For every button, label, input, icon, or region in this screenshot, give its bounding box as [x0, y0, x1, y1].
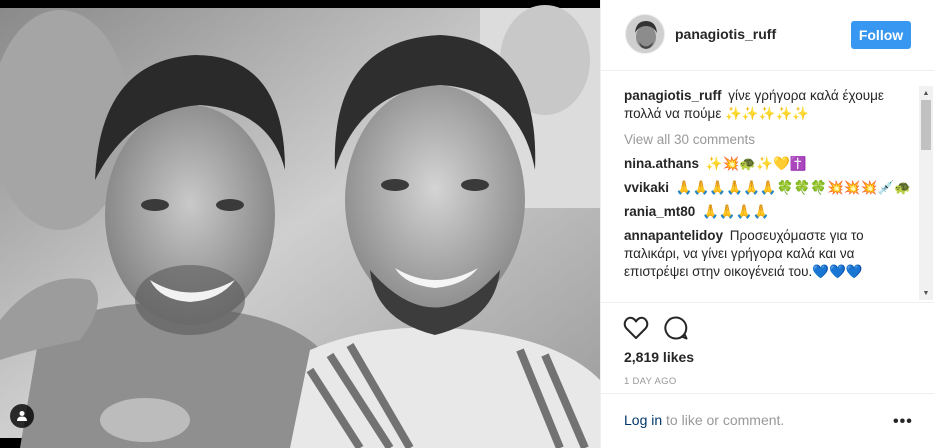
comments-list: panagiotis_ruff γίνε γρήγορα καλά έχουμε…	[624, 87, 914, 301]
view-all-comments-link[interactable]: View all 30 comments	[624, 131, 914, 149]
post-date[interactable]: 1 DAY AGO	[624, 376, 677, 387]
avatar-image	[626, 15, 664, 53]
comment-button[interactable]	[663, 315, 689, 341]
caption-comment: panagiotis_ruff γίνε γρήγορα καλά έχουμε…	[624, 87, 914, 123]
follow-button[interactable]: Follow	[851, 21, 911, 49]
comment-text: 🙏🙏🙏🙏🙏🙏🍀🍀🍀💥💥💥💉🐢	[675, 180, 912, 195]
login-prompt-text: to like or comment.	[662, 412, 785, 428]
scroll-down-arrow-icon[interactable]: ▼	[919, 286, 933, 300]
photo-image	[0, 0, 600, 448]
like-button[interactable]	[623, 315, 649, 341]
post-photo[interactable]	[0, 0, 600, 448]
comment-username[interactable]: nina.athans	[624, 156, 699, 171]
avatar[interactable]	[625, 14, 665, 54]
instagram-post: panagiotis_ruff Follow panagiotis_ruff γ…	[0, 0, 934, 448]
list-item: rania_mt80 🙏🙏🙏🙏	[624, 203, 914, 221]
more-dots-icon[interactable]: •••	[893, 413, 913, 431]
post-side-panel: panagiotis_ruff Follow panagiotis_ruff γ…	[600, 0, 934, 448]
post-footer: Log in to like or comment. •••	[601, 393, 934, 448]
comments-scrollbar[interactable]: ▲ ▼	[919, 86, 933, 300]
login-prompt: Log in to like or comment.	[624, 412, 784, 428]
comment-username[interactable]: panagiotis_ruff	[624, 88, 722, 103]
user-tag-button[interactable]	[10, 404, 34, 428]
heart-icon	[623, 316, 649, 339]
comment-username[interactable]: rania_mt80	[624, 204, 695, 219]
comment-username[interactable]: annapantelidoy	[624, 228, 723, 243]
comment-username[interactable]: vvikaki	[624, 180, 669, 195]
comment-text: ✨💥🐢✨💛✝️	[705, 156, 807, 171]
scroll-up-arrow-icon[interactable]: ▲	[919, 86, 933, 100]
likes-count[interactable]: 2,819 likes	[624, 349, 694, 365]
list-item: nina.athans ✨💥🐢✨💛✝️	[624, 155, 914, 173]
login-link[interactable]: Log in	[624, 412, 662, 428]
comment-bubble-icon	[664, 316, 688, 340]
comment-text: 🙏🙏🙏🙏	[702, 204, 770, 219]
list-item: annapantelidoy Προσευχόμαστε για το παλι…	[624, 227, 914, 281]
post-header: panagiotis_ruff Follow	[601, 0, 934, 71]
scroll-thumb[interactable]	[921, 100, 931, 150]
list-item: vvikaki 🙏🙏🙏🙏🙏🙏🍀🍀🍀💥💥💥💉🐢	[624, 179, 914, 197]
post-username[interactable]: panagiotis_ruff	[675, 26, 776, 42]
user-tag-icon	[17, 411, 27, 421]
